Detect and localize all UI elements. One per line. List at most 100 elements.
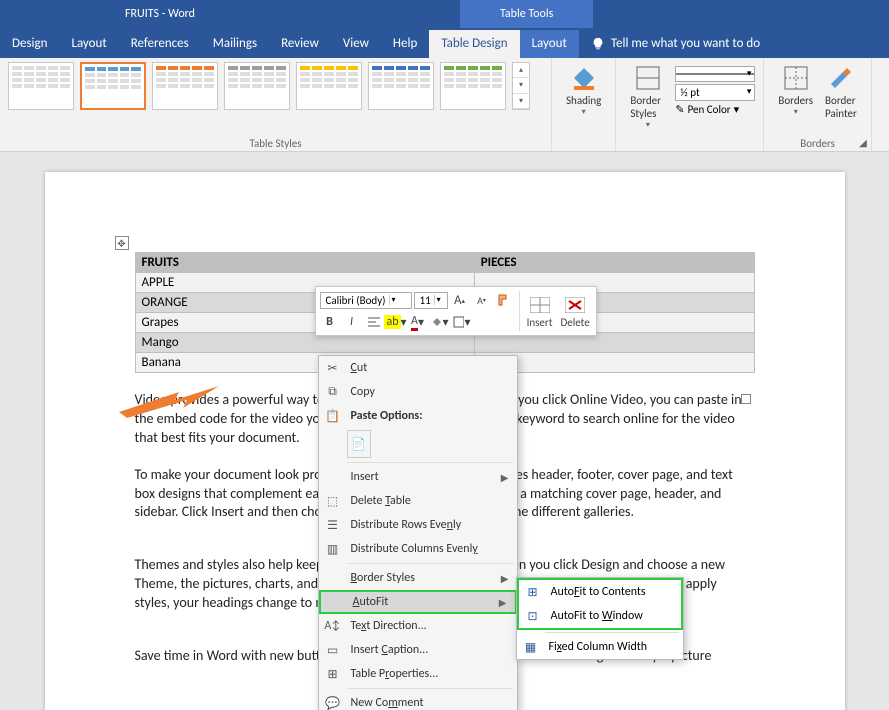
shading-button[interactable]: Shading ▾ [560,62,607,119]
border-styles-button[interactable]: Border Styles ▾ [624,62,671,132]
border-painter-button[interactable]: Border Painter [819,62,863,122]
page[interactable]: ✥ FRUITSPIECES APPLE ORANGE Grapes30 Man… [45,172,845,710]
paste-option-keep-source[interactable]: 📄 [347,430,371,458]
window-title: FRUITS - Word [0,7,320,21]
format-painter-button[interactable] [494,290,514,310]
font-size-dropdown[interactable]: 11▾ [414,292,448,309]
table-styles-more[interactable]: ▴▾▾ [512,62,530,110]
group-label: Table Styles [0,137,551,150]
menu-paste-options: 📋Paste Options: [319,404,517,428]
borders-button[interactable]: Borders ▾ [772,62,819,122]
menu-autofit-window[interactable]: ⊡AutoFit to Window [519,604,681,628]
delete-cells-button[interactable] [562,294,588,316]
table-header[interactable]: FRUITS [135,253,474,273]
insert-label: Insert [527,316,553,329]
fixed-width-icon: ▦ [521,640,541,655]
menu-table-properties[interactable]: ⊞Table Properties... [319,662,517,686]
document-area: ✥ FRUITSPIECES APPLE ORANGE Grapes30 Man… [0,152,889,710]
autofit-contents-icon: ⊞ [523,585,543,600]
menu-border-styles[interactable]: Border Styles▶ [319,566,517,590]
font-family-dropdown[interactable]: Calibri (Body)▾ [320,292,412,309]
tab-help[interactable]: Help [381,30,429,58]
pen-color-button[interactable]: ✎ Pen Color ▾ [675,103,755,116]
tell-me-search[interactable]: Tell me what you want to do [579,30,772,58]
border-painter-icon [827,64,855,92]
chevron-down-icon: ▾ [734,103,740,116]
menu-copy[interactable]: ⧉Copy [319,380,517,404]
border-styles-label: Border Styles [630,94,665,120]
borders-mini-button[interactable]: ▾ [452,312,472,332]
pen-color-label: Pen Color [688,103,731,116]
menu-text-direction[interactable]: A↕Text Direction... [319,614,517,638]
annotation-arrow [119,382,219,427]
table-row: FRUITSPIECES [135,253,754,273]
menu-autofit[interactable]: AutoFit▶ [319,590,517,614]
context-menu: ✂CuCutt ⧉Copy 📋Paste Options: 📄 Insert▶ … [318,355,518,710]
table-move-handle[interactable]: ✥ [115,236,129,250]
tab-view[interactable]: View [331,30,381,58]
pen-icon: ✎ [675,103,684,116]
shrink-font-button[interactable]: A▾ [472,290,492,310]
chevron-down-icon: ▾ [582,107,586,117]
cut-icon: ✂ [323,361,343,376]
highlight-button[interactable]: ab▾ [386,312,406,332]
tab-table-layout[interactable]: Layout [520,30,579,58]
menu-distribute-rows[interactable]: ☰Distribute Rows Evenly [319,513,517,537]
tab-references[interactable]: References [119,30,201,58]
shading-label: Shading [566,94,601,107]
table-style-thumb[interactable] [8,62,74,110]
tab-table-design[interactable]: Table Design [429,30,519,58]
menu-autofit-contents[interactable]: ⊞AutoFit to Contents [519,580,681,604]
menu-insert[interactable]: Insert▶ [319,465,517,489]
menu-new-comment[interactable]: 💬New Comment [319,691,517,710]
borders-label: Borders [778,94,813,107]
table-style-thumb[interactable] [440,62,506,110]
menu-fixed-column-width[interactable]: ▦Fixed Column Width [517,635,683,659]
menu-cut[interactable]: ✂CuCutt [319,356,517,380]
menu-delete-table[interactable]: ⬚Delete Table [319,489,517,513]
comment-icon: 💬 [323,696,343,710]
table-style-thumb-selected[interactable] [80,62,146,110]
shading-icon [570,64,598,92]
chevron-down-icon: ▾ [646,120,650,130]
table-styles-gallery[interactable]: ▴▾▾ [8,62,543,110]
line-style-dropdown[interactable] [675,66,755,82]
tab-review[interactable]: Review [269,30,331,58]
ribbon-tabs: Design Layout References Mailings Review… [0,28,889,58]
chevron-down-icon: ▾ [794,107,798,117]
copy-icon: ⧉ [323,385,343,399]
align-button[interactable] [364,312,384,332]
line-weight-dropdown[interactable]: ½ pt [675,84,755,101]
bold-button[interactable]: B [320,312,340,332]
distribute-cols-icon: ▥ [323,542,343,557]
group-border-styles: Border Styles ▾ ½ pt ✎ Pen Color ▾ [616,58,764,151]
tab-layout[interactable]: Layout [59,30,118,58]
group-label: Borders [764,137,870,150]
menu-distribute-cols[interactable]: ▥Distribute Columns Evenly [319,537,517,561]
caption-icon: ▭ [323,643,343,658]
italic-button[interactable]: I [342,312,362,332]
table-style-thumb[interactable] [152,62,218,110]
table-style-thumb[interactable] [296,62,362,110]
mini-toolbar: Calibri (Body)▾ 11▾ A▴ A▾ B I ab▾ A▾ ▾ ▾ [315,286,597,336]
insert-cells-button[interactable] [527,294,553,316]
table-properties-icon: ⊞ [323,667,343,682]
table-style-thumb[interactable] [368,62,434,110]
grow-font-button[interactable]: A▴ [450,290,470,310]
shading-mini-button[interactable]: ▾ [430,312,450,332]
delete-table-icon: ⬚ [323,494,343,509]
table-header[interactable]: PIECES [474,253,754,273]
table-tools-label: Table Tools [460,0,593,28]
tab-mailings[interactable]: Mailings [201,30,269,58]
dialog-launcher-icon[interactable]: ◢ [859,136,867,149]
autofit-window-icon: ⊡ [523,609,543,624]
menu-insert-caption[interactable]: ▭Insert Caption... [319,638,517,662]
autofit-submenu: ⊞AutoFit to Contents ⊡AutoFit to Window … [516,577,684,660]
font-color-button[interactable]: A▾ [408,312,428,332]
table-style-thumb[interactable] [224,62,290,110]
text-direction-icon: A↕ [323,619,343,633]
tab-design[interactable]: Design [0,30,59,58]
border-styles-icon [634,64,662,92]
group-borders: Borders ▾ Border Painter Borders ◢ [764,58,871,151]
table-resize-handle[interactable] [741,394,751,404]
